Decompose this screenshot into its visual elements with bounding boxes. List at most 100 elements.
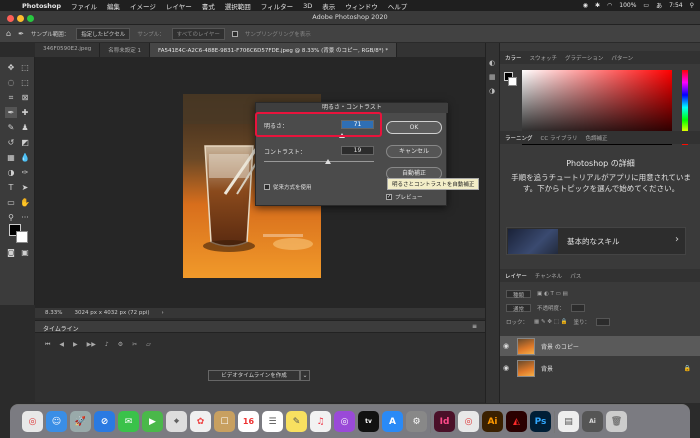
safari-icon[interactable]: ⊘ <box>94 411 115 432</box>
battery-percent[interactable]: 100% <box>619 2 636 9</box>
menu-type[interactable]: 書式 <box>202 1 215 11</box>
menu-layer[interactable]: レイヤー <box>166 1 192 11</box>
cancel-button[interactable]: キャンセル <box>386 145 442 158</box>
tab-document-2[interactable]: 名称未設定 1 <box>100 43 151 57</box>
podcasts-icon[interactable]: ◎ <box>334 411 355 432</box>
color-bg-swatch[interactable] <box>508 77 517 86</box>
adjustments-icon[interactable]: ◑ <box>489 87 495 95</box>
cc-icon[interactable]: ◉ <box>583 2 588 9</box>
menu-3d[interactable]: 3D <box>303 2 312 10</box>
chrome-icon[interactable]: ◎ <box>22 411 43 432</box>
app-store-icon[interactable]: A <box>382 411 403 432</box>
panel-menu-icon[interactable]: ≡ <box>472 323 477 330</box>
lock-icons[interactable]: ▦ ✎ ✥ ⬚ 🔒 <box>534 319 567 325</box>
eyedropper-option-icon[interactable]: ✒ <box>18 30 24 38</box>
background-color-swatch[interactable] <box>16 231 28 243</box>
eyedropper-tool-icon[interactable]: ✒ <box>5 107 17 118</box>
filter-icons[interactable]: ▣ ◐ T ▭ ▤ <box>537 291 568 297</box>
path-selection-icon[interactable]: ➤ <box>19 182 31 193</box>
menu-edit[interactable]: 編集 <box>107 1 120 11</box>
marquee-tool-icon[interactable]: ⬚ <box>19 77 31 88</box>
show-ring-checkbox[interactable] <box>231 30 238 37</box>
gradient-tool-icon[interactable]: ▦ <box>5 152 17 163</box>
tab-document-1[interactable]: 346F0590E2.jpeg <box>35 43 101 57</box>
screen-mode-icon[interactable]: ▣ <box>19 247 31 258</box>
more-tools-icon[interactable]: ··· <box>19 212 31 223</box>
input-method-icon[interactable]: あ <box>656 1 662 10</box>
menu-filter[interactable]: フィルター <box>261 1 293 11</box>
preview-option[interactable]: ✓ プレビュー <box>386 193 423 201</box>
tab-channels[interactable]: チャンネル <box>535 272 562 280</box>
legacy-checkbox[interactable] <box>264 184 270 190</box>
contrast-slider-knob[interactable] <box>325 159 331 164</box>
zoom-level[interactable]: 8.33% <box>45 310 62 316</box>
folder-icon[interactable]: Ai <box>582 411 603 432</box>
move-tool-icon[interactable]: ✥ <box>5 62 17 73</box>
home-icon[interactable]: ⌂ <box>6 29 11 38</box>
legacy-option[interactable]: 従来方式を使用 <box>264 183 312 191</box>
launchpad-icon[interactable]: 🚀 <box>70 411 91 432</box>
contrast-input[interactable]: 19 <box>341 146 374 155</box>
notes-icon[interactable]: ✎ <box>286 411 307 432</box>
color-panel-icon[interactable]: ◐ <box>489 59 495 67</box>
pen-tool-icon[interactable]: ✑ <box>19 167 31 178</box>
type-tool-icon[interactable]: T <box>5 182 17 193</box>
contrast-slider-track[interactable] <box>264 161 374 162</box>
tab-document-active[interactable]: FA541E4C-A2C6-488E-9831-F706C6D57FDE.jpe… <box>150 43 398 57</box>
crop-tool-icon[interactable]: ⌗ <box>5 92 17 103</box>
shape-tool-icon[interactable]: ▭ <box>5 197 17 208</box>
stamp-tool-icon[interactable]: ♟ <box>19 122 31 133</box>
create-video-timeline-button[interactable]: ビデオタイムラインを作成 <box>208 370 300 381</box>
zoom-tool-icon[interactable]: ⚲ <box>5 212 17 223</box>
play-icon[interactable]: ▶ <box>73 341 78 349</box>
properties-icon[interactable]: ▦ <box>489 73 496 81</box>
blend-mode-select[interactable]: 通常 <box>506 304 532 313</box>
tab-paths[interactable]: パス <box>570 272 581 280</box>
healing-brush-icon[interactable]: ✚ <box>19 107 31 118</box>
menu-select[interactable]: 選択範囲 <box>225 1 251 11</box>
menu-help[interactable]: ヘルプ <box>388 1 408 11</box>
eye-icon[interactable]: ◉ <box>503 342 511 350</box>
timeline-title[interactable]: タイムライン <box>43 326 79 333</box>
eye-icon[interactable]: ◉ <box>503 364 511 372</box>
chevron-down-icon[interactable]: ⌄ <box>300 370 310 381</box>
tab-color[interactable]: カラー <box>505 54 522 62</box>
brush-tool-icon[interactable]: ✎ <box>5 122 17 133</box>
layer-row[interactable]: ◉ 背景 🔒 <box>500 358 700 378</box>
indesign-icon[interactable]: Id <box>434 411 455 432</box>
layer-row[interactable]: ◉ 背景 のコピー <box>500 336 700 356</box>
ok-button[interactable]: OK <box>386 121 442 134</box>
preview-checkbox[interactable]: ✓ <box>386 194 392 200</box>
lasso-tool-icon[interactable]: ◌ <box>5 77 17 88</box>
hand-tool-icon[interactable]: ✋ <box>19 197 31 208</box>
next-frame-icon[interactable]: ▶▶ <box>87 341 96 349</box>
calendar-icon[interactable]: 16 <box>238 411 259 432</box>
facetime-icon[interactable]: ▶ <box>142 411 163 432</box>
photos-icon[interactable]: ✿ <box>190 411 211 432</box>
reminders-icon[interactable]: ☰ <box>262 411 283 432</box>
system-preferences-icon[interactable]: ⚙ <box>406 411 427 432</box>
menu-app-name[interactable]: Photoshop <box>22 2 61 10</box>
tv-icon[interactable]: tv <box>358 411 379 432</box>
chrome-icon[interactable]: ◎ <box>458 411 479 432</box>
wifi-icon[interactable]: ◠ <box>607 2 612 9</box>
tab-cc-libraries[interactable]: CC ライブラリ <box>541 134 578 142</box>
battery-icon[interactable]: ▭ <box>643 2 649 9</box>
status-arrow-icon[interactable]: › <box>162 310 164 316</box>
menu-view[interactable]: 表示 <box>322 1 335 11</box>
fill-field[interactable] <box>595 318 610 326</box>
messages-icon[interactable]: ✉ <box>118 411 139 432</box>
artboard-tool-icon[interactable]: ⬚ <box>19 62 31 73</box>
previous-frame-icon[interactable]: ◀ <box>59 341 64 349</box>
finder-icon[interactable]: ☺ <box>46 411 67 432</box>
eraser-tool-icon[interactable]: ◩ <box>19 137 31 148</box>
split-icon[interactable]: ✂ <box>132 341 137 349</box>
settings-icon[interactable]: ⚙ <box>118 341 123 349</box>
maps-icon[interactable]: ⌖ <box>166 411 187 432</box>
clock[interactable]: 7:54 <box>669 2 682 9</box>
first-frame-icon[interactable]: ⏮ <box>45 341 50 349</box>
bluetooth-icon[interactable]: ✱ <box>595 2 600 9</box>
menu-file[interactable]: ファイル <box>71 1 97 11</box>
menu-image[interactable]: イメージ <box>130 1 156 11</box>
sample-size-select[interactable]: 指定したピクセル <box>76 27 131 40</box>
